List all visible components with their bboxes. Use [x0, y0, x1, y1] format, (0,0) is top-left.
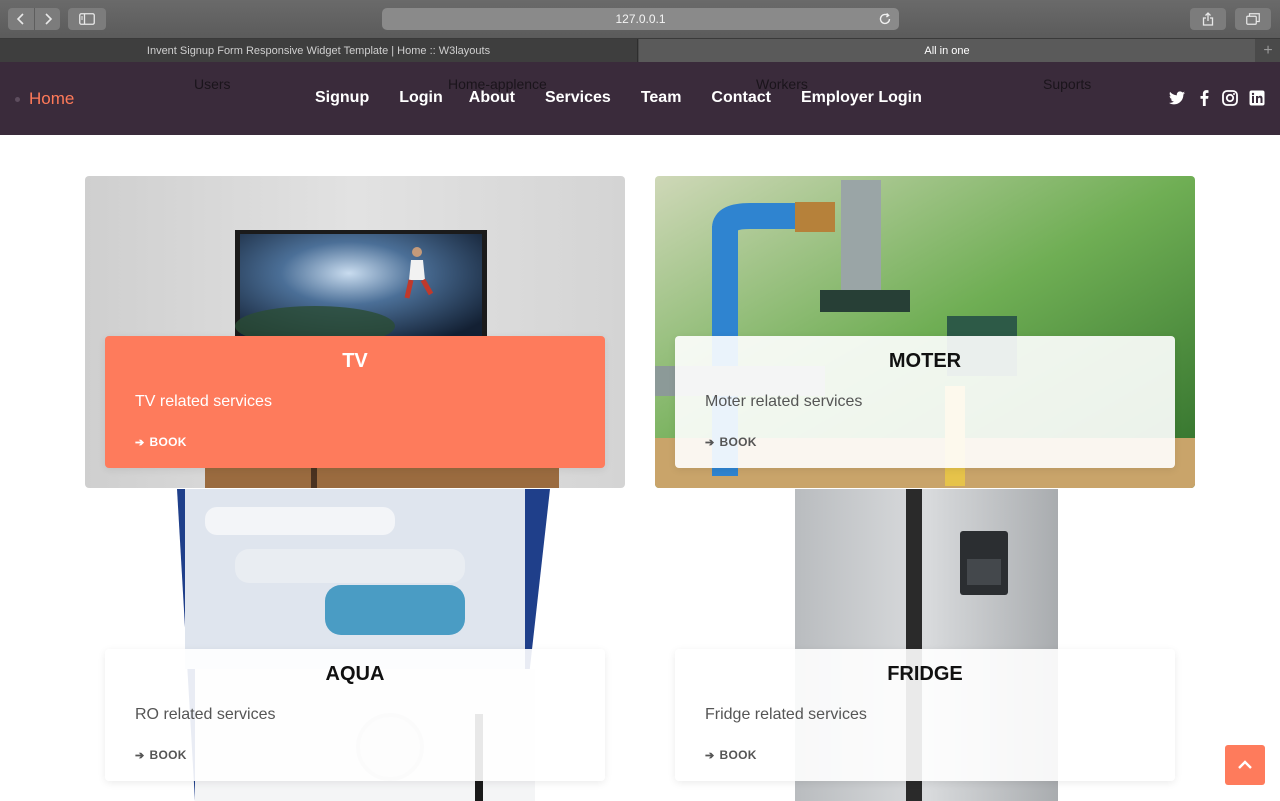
service-card-moter: MOTER Moter related services ➔ BOOK: [655, 176, 1195, 488]
share-button[interactable]: [1190, 8, 1226, 30]
book-label: BOOK: [719, 435, 757, 449]
ghost-label-users: Users: [194, 76, 231, 92]
book-label: BOOK: [149, 435, 187, 449]
book-link[interactable]: ➔ BOOK: [135, 435, 187, 449]
scroll-to-top-button[interactable]: [1225, 745, 1265, 785]
instagram-icon[interactable]: [1221, 89, 1239, 107]
linkedin-icon[interactable]: [1248, 89, 1266, 107]
service-card-tv: TV TV related services ➔ BOOK: [85, 176, 625, 488]
service-title: MOTER: [888, 350, 962, 372]
service-title: AQUA: [325, 663, 385, 685]
service-description: RO related services: [135, 706, 276, 723]
tab-all-in-one[interactable]: All in one: [639, 39, 1255, 63]
bullet-dot: [15, 97, 20, 102]
ghost-label-suports: Suports: [1043, 76, 1092, 92]
service-overlay: FRIDGE Fridge related services ➔ BOOK: [675, 649, 1175, 781]
arrow-right-icon: ➔: [135, 749, 145, 762]
service-overlay: TV TV related services ➔ BOOK: [105, 336, 605, 468]
service-title: TV: [342, 350, 368, 372]
main-nav: Signup Login About Services Team Contact…: [315, 89, 952, 107]
tab-invent-signup[interactable]: Invent Signup Form Responsive Widget Tem…: [0, 39, 638, 63]
share-icon: [1202, 12, 1214, 26]
book-label: BOOK: [719, 748, 757, 762]
book-link[interactable]: ➔ BOOK: [135, 748, 187, 762]
back-button[interactable]: [8, 8, 34, 30]
reload-icon[interactable]: [877, 11, 893, 27]
sidebar-toggle-button[interactable]: [68, 8, 106, 30]
service-overlay: MOTER Moter related services ➔ BOOK: [675, 336, 1175, 468]
address-bar[interactable]: 127.0.0.1: [382, 8, 899, 30]
show-tabs-button[interactable]: [1235, 8, 1271, 30]
chevron-up-icon: [1238, 760, 1252, 769]
nav-employer-login[interactable]: Employer Login: [801, 89, 922, 107]
service-card-fridge: FRIDGE Fridge related services ➔ BOOK: [655, 489, 1195, 801]
tabs-icon: [1246, 13, 1260, 25]
nav-team[interactable]: Team: [641, 89, 682, 107]
tab-label: All in one: [924, 45, 970, 57]
forward-button[interactable]: [34, 8, 60, 30]
browser-toolbar: 127.0.0.1: [0, 0, 1280, 38]
tab-label: Invent Signup Form Responsive Widget Tem…: [146, 45, 491, 57]
site-header: Users Home-applence Workers Suports Home…: [0, 62, 1280, 135]
chevron-right-icon: [44, 13, 52, 25]
service-card-aqua: AQUA RO related services ➔ BOOK: [85, 489, 625, 801]
address-text: 127.0.0.1: [615, 12, 666, 26]
nav-about[interactable]: About: [469, 89, 515, 107]
nav-contact[interactable]: Contact: [711, 89, 771, 107]
service-description: Fridge related services: [705, 706, 867, 723]
arrow-right-icon: ➔: [135, 436, 145, 449]
chevron-left-icon: [16, 13, 24, 25]
nav-signup[interactable]: Signup: [315, 89, 369, 107]
nav-login[interactable]: Login: [399, 89, 443, 107]
service-description: Moter related services: [705, 393, 863, 410]
history-nav: [8, 8, 60, 30]
sidebar-icon: [79, 13, 95, 25]
service-title: FRIDGE: [887, 663, 963, 685]
arrow-right-icon: ➔: [705, 436, 715, 449]
book-label: BOOK: [149, 748, 187, 762]
service-overlay: AQUA RO related services ➔ BOOK: [105, 649, 605, 781]
service-description: TV related services: [135, 393, 272, 410]
nav-services[interactable]: Services: [545, 89, 611, 107]
nav-home[interactable]: Home: [29, 89, 74, 109]
book-link[interactable]: ➔ BOOK: [705, 748, 757, 762]
browser-tab-bar: Invent Signup Form Responsive Widget Tem…: [0, 38, 1280, 63]
new-tab-button[interactable]: +: [1256, 39, 1280, 63]
facebook-icon[interactable]: [1195, 89, 1213, 107]
arrow-right-icon: ➔: [705, 749, 715, 762]
book-link[interactable]: ➔ BOOK: [705, 435, 757, 449]
twitter-icon[interactable]: [1168, 89, 1186, 107]
